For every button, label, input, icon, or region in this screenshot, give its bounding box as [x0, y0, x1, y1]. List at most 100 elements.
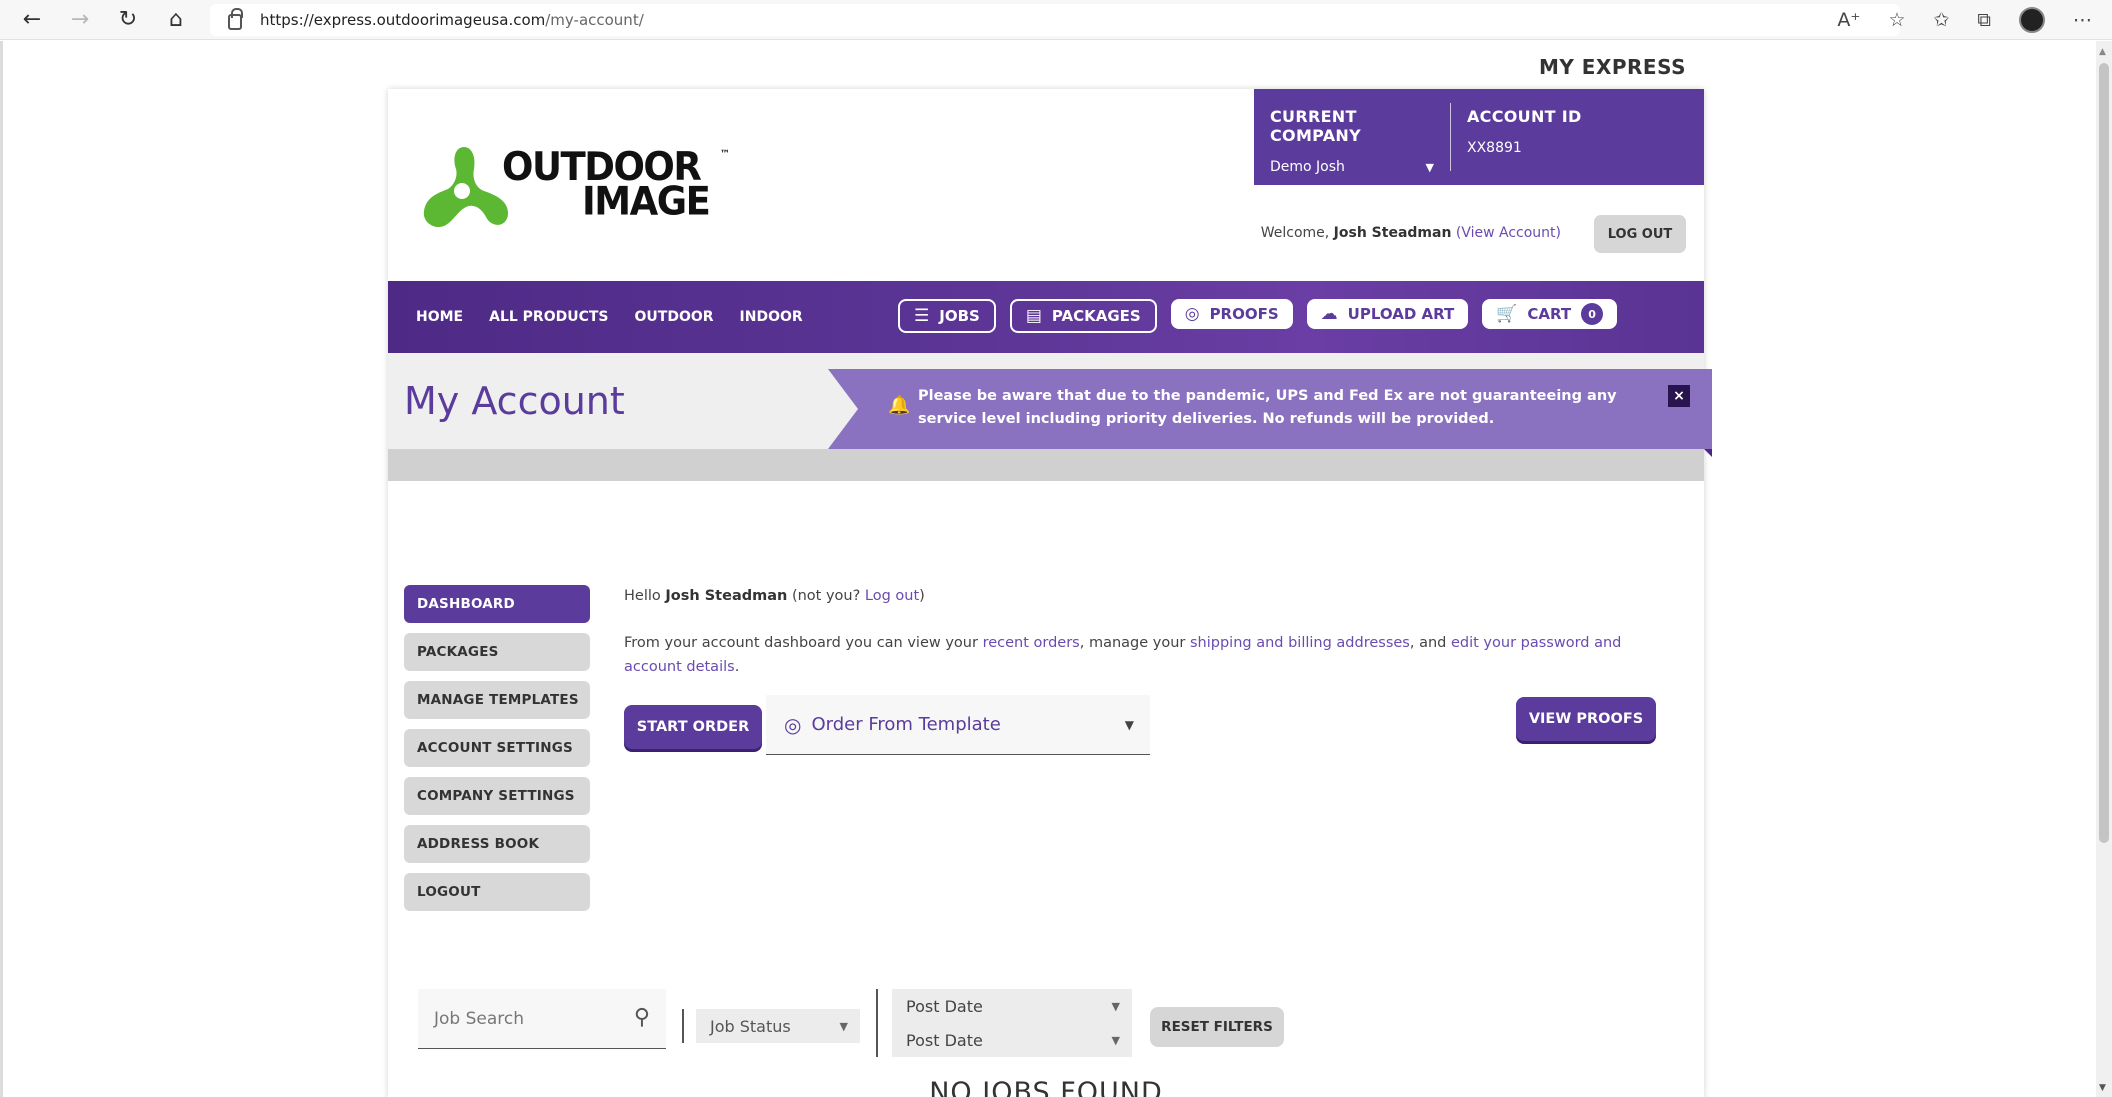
- post-date-to-select[interactable]: Post Date ▼: [892, 1023, 1132, 1057]
- add-favorite-icon[interactable]: ☆: [1888, 9, 1905, 31]
- logo-text: OUTDOOR IMAGE: [502, 147, 711, 220]
- hello-message: Hello Josh Steadman (not you? Log out): [624, 588, 925, 604]
- sidebar-item-company-settings[interactable]: COMPANY SETTINGS: [404, 777, 590, 815]
- view-account-link[interactable]: (View Account): [1456, 225, 1561, 241]
- intro-text-3: , and: [1409, 635, 1447, 651]
- forward-icon[interactable]: →: [56, 0, 104, 40]
- sidebar-item-packages[interactable]: PACKAGES: [404, 633, 590, 671]
- packages-button[interactable]: ▤ PACKAGES: [1009, 299, 1157, 333]
- recent-orders-link[interactable]: recent orders: [983, 635, 1080, 651]
- page-scrollbar[interactable]: ▲ ▼: [2096, 41, 2112, 1097]
- chevron-down-icon: ▼: [1124, 717, 1134, 732]
- chevron-down-icon: ▼: [1111, 999, 1120, 1013]
- intro-text-2: , manage your: [1079, 635, 1186, 651]
- job-status-select[interactable]: Job Status ▼: [696, 1009, 860, 1043]
- filter-divider: [876, 989, 878, 1057]
- grey-strip: [388, 449, 1704, 481]
- hello-name: Josh Steadman: [665, 588, 788, 604]
- proofs-button[interactable]: ◎ PROOFS: [1170, 299, 1293, 329]
- alert-text: Please be aware that due to the pandemic…: [918, 388, 1617, 427]
- pandemic-alert-banner: 🔔 Please be aware that due to the pandem…: [828, 369, 1712, 449]
- outdoor-image-logo[interactable]: OUTDOOR IMAGE ™: [420, 139, 740, 239]
- nav-home[interactable]: HOME: [416, 309, 463, 325]
- main-container: OUTDOOR IMAGE ™ CURRENT COMPANY Demo Jos…: [388, 89, 1704, 1097]
- welcome-message: Welcome, Josh Steadman (View Account): [1261, 225, 1561, 241]
- scroll-up-icon[interactable]: ▲: [2099, 47, 2106, 57]
- page-title: My Account: [404, 379, 625, 423]
- order-from-template-select[interactable]: ◎ Order From Template ▼: [766, 695, 1150, 755]
- scroll-down-icon[interactable]: ▼: [2099, 1083, 2106, 1093]
- proof-search-icon: ◎: [1184, 304, 1200, 324]
- not-you-close: ): [919, 588, 925, 604]
- sidebar-item-address-book[interactable]: ADDRESS BOOK: [404, 825, 590, 863]
- cart-button[interactable]: 🛒 CART 0: [1482, 299, 1618, 329]
- collections-icon[interactable]: ⧉: [1977, 9, 1991, 31]
- account-id-label: ACCOUNT ID: [1467, 107, 1582, 126]
- read-aloud-icon[interactable]: A⁺: [1837, 9, 1860, 31]
- back-icon[interactable]: ←: [8, 0, 56, 40]
- template-select-value: Order From Template: [811, 714, 1001, 735]
- close-icon[interactable]: ×: [1668, 385, 1690, 407]
- addresses-link[interactable]: shipping and billing addresses: [1190, 635, 1410, 651]
- cloud-upload-icon: ☁: [1320, 304, 1338, 324]
- nav-indoor[interactable]: INDOOR: [740, 309, 803, 325]
- not-you-text: (not you?: [791, 588, 861, 604]
- address-bar[interactable]: https://express.outdoorimageusa.com/my-a…: [210, 4, 1900, 36]
- reload-icon[interactable]: ↻: [104, 0, 152, 40]
- job-search-placeholder: Job Search: [434, 1008, 525, 1029]
- jobs-label: JOBS: [939, 307, 980, 325]
- dashboard-intro: From your account dashboard you can view…: [624, 631, 1664, 679]
- post-date-from-select[interactable]: Post Date ▼: [892, 989, 1132, 1023]
- job-search-input[interactable]: Job Search ⚲: [418, 989, 666, 1049]
- sidebar-item-manage-templates[interactable]: MANAGE TEMPLATES: [404, 681, 590, 719]
- intro-text-4: .: [734, 659, 740, 675]
- list-icon: ☰: [914, 306, 930, 326]
- start-order-button[interactable]: START ORDER: [624, 705, 762, 749]
- favorites-icon[interactable]: ✩: [1934, 9, 1950, 31]
- logo-trademark: ™: [720, 149, 730, 160]
- jobs-button[interactable]: ☰ JOBS: [898, 299, 996, 333]
- view-proofs-button[interactable]: VIEW PROOFS: [1516, 697, 1656, 741]
- account-id-value: XX8891: [1467, 140, 1522, 156]
- post-date-from-value: Post Date: [906, 996, 983, 1016]
- welcome-name: Josh Steadman: [1333, 225, 1452, 241]
- reset-filters-button[interactable]: RESET FILTERS: [1150, 1007, 1284, 1047]
- url-host: https://express.outdoorimageusa.com: [260, 11, 546, 29]
- welcome-prefix: Welcome,: [1260, 225, 1330, 241]
- company-account-panel: CURRENT COMPANY Demo Josh ▼ ACCOUNT ID X…: [1254, 89, 1704, 185]
- job-status-value: Job Status: [710, 1016, 791, 1036]
- main-navbar: HOME ALL PRODUCTS OUTDOOR INDOOR ☰ JOBS …: [388, 281, 1704, 353]
- cart-icon: 🛒: [1496, 304, 1518, 324]
- cart-label: CART: [1527, 305, 1572, 323]
- chevron-down-icon: ▼: [1425, 160, 1434, 174]
- lock-icon: [228, 8, 243, 30]
- no-jobs-message: NO JOBS FOUND: [929, 1077, 1163, 1097]
- home-icon[interactable]: ⌂: [152, 0, 200, 40]
- page-left-edge: [0, 41, 3, 1097]
- chevron-down-icon: ▼: [1111, 1033, 1120, 1047]
- cart-count-badge: 0: [1581, 303, 1604, 325]
- log-out-link[interactable]: Log out: [865, 588, 919, 604]
- template-search-icon: ◎: [784, 712, 802, 737]
- sidebar-item-account-settings[interactable]: ACCOUNT SETTINGS: [404, 729, 590, 767]
- sidebar-item-logout[interactable]: LOGOUT: [404, 873, 590, 911]
- profile-avatar-icon[interactable]: [2019, 7, 2045, 33]
- intro-text-1: From your account dashboard you can view…: [624, 635, 978, 651]
- nav-all-products[interactable]: ALL PRODUCTS: [489, 309, 608, 325]
- sidebar-item-dashboard[interactable]: DASHBOARD: [404, 585, 590, 623]
- current-company-selector[interactable]: CURRENT COMPANY Demo Josh ▼: [1254, 103, 1451, 175]
- search-icon[interactable]: ⚲: [634, 1005, 650, 1030]
- log-out-button[interactable]: LOG OUT: [1594, 215, 1686, 253]
- more-icon[interactable]: ⋯: [2073, 9, 2092, 31]
- scroll-thumb[interactable]: [2099, 63, 2109, 843]
- account-sidebar: DASHBOARD PACKAGES MANAGE TEMPLATES ACCO…: [404, 585, 590, 911]
- nav-outdoor[interactable]: OUTDOOR: [635, 309, 714, 325]
- current-company-value: Demo Josh: [1270, 159, 1345, 175]
- post-date-to-value: Post Date: [906, 1030, 983, 1050]
- current-company-label: CURRENT COMPANY: [1270, 107, 1361, 145]
- packages-label: PACKAGES: [1051, 307, 1141, 325]
- upload-art-button[interactable]: ☁ UPLOAD ART: [1306, 299, 1469, 329]
- bell-icon: 🔔: [888, 395, 911, 416]
- chevron-down-icon: ▼: [839, 1019, 848, 1033]
- page: MY EXPRESS OUTDOOR IMAGE ™ CURRENT COMPA…: [0, 41, 2096, 1097]
